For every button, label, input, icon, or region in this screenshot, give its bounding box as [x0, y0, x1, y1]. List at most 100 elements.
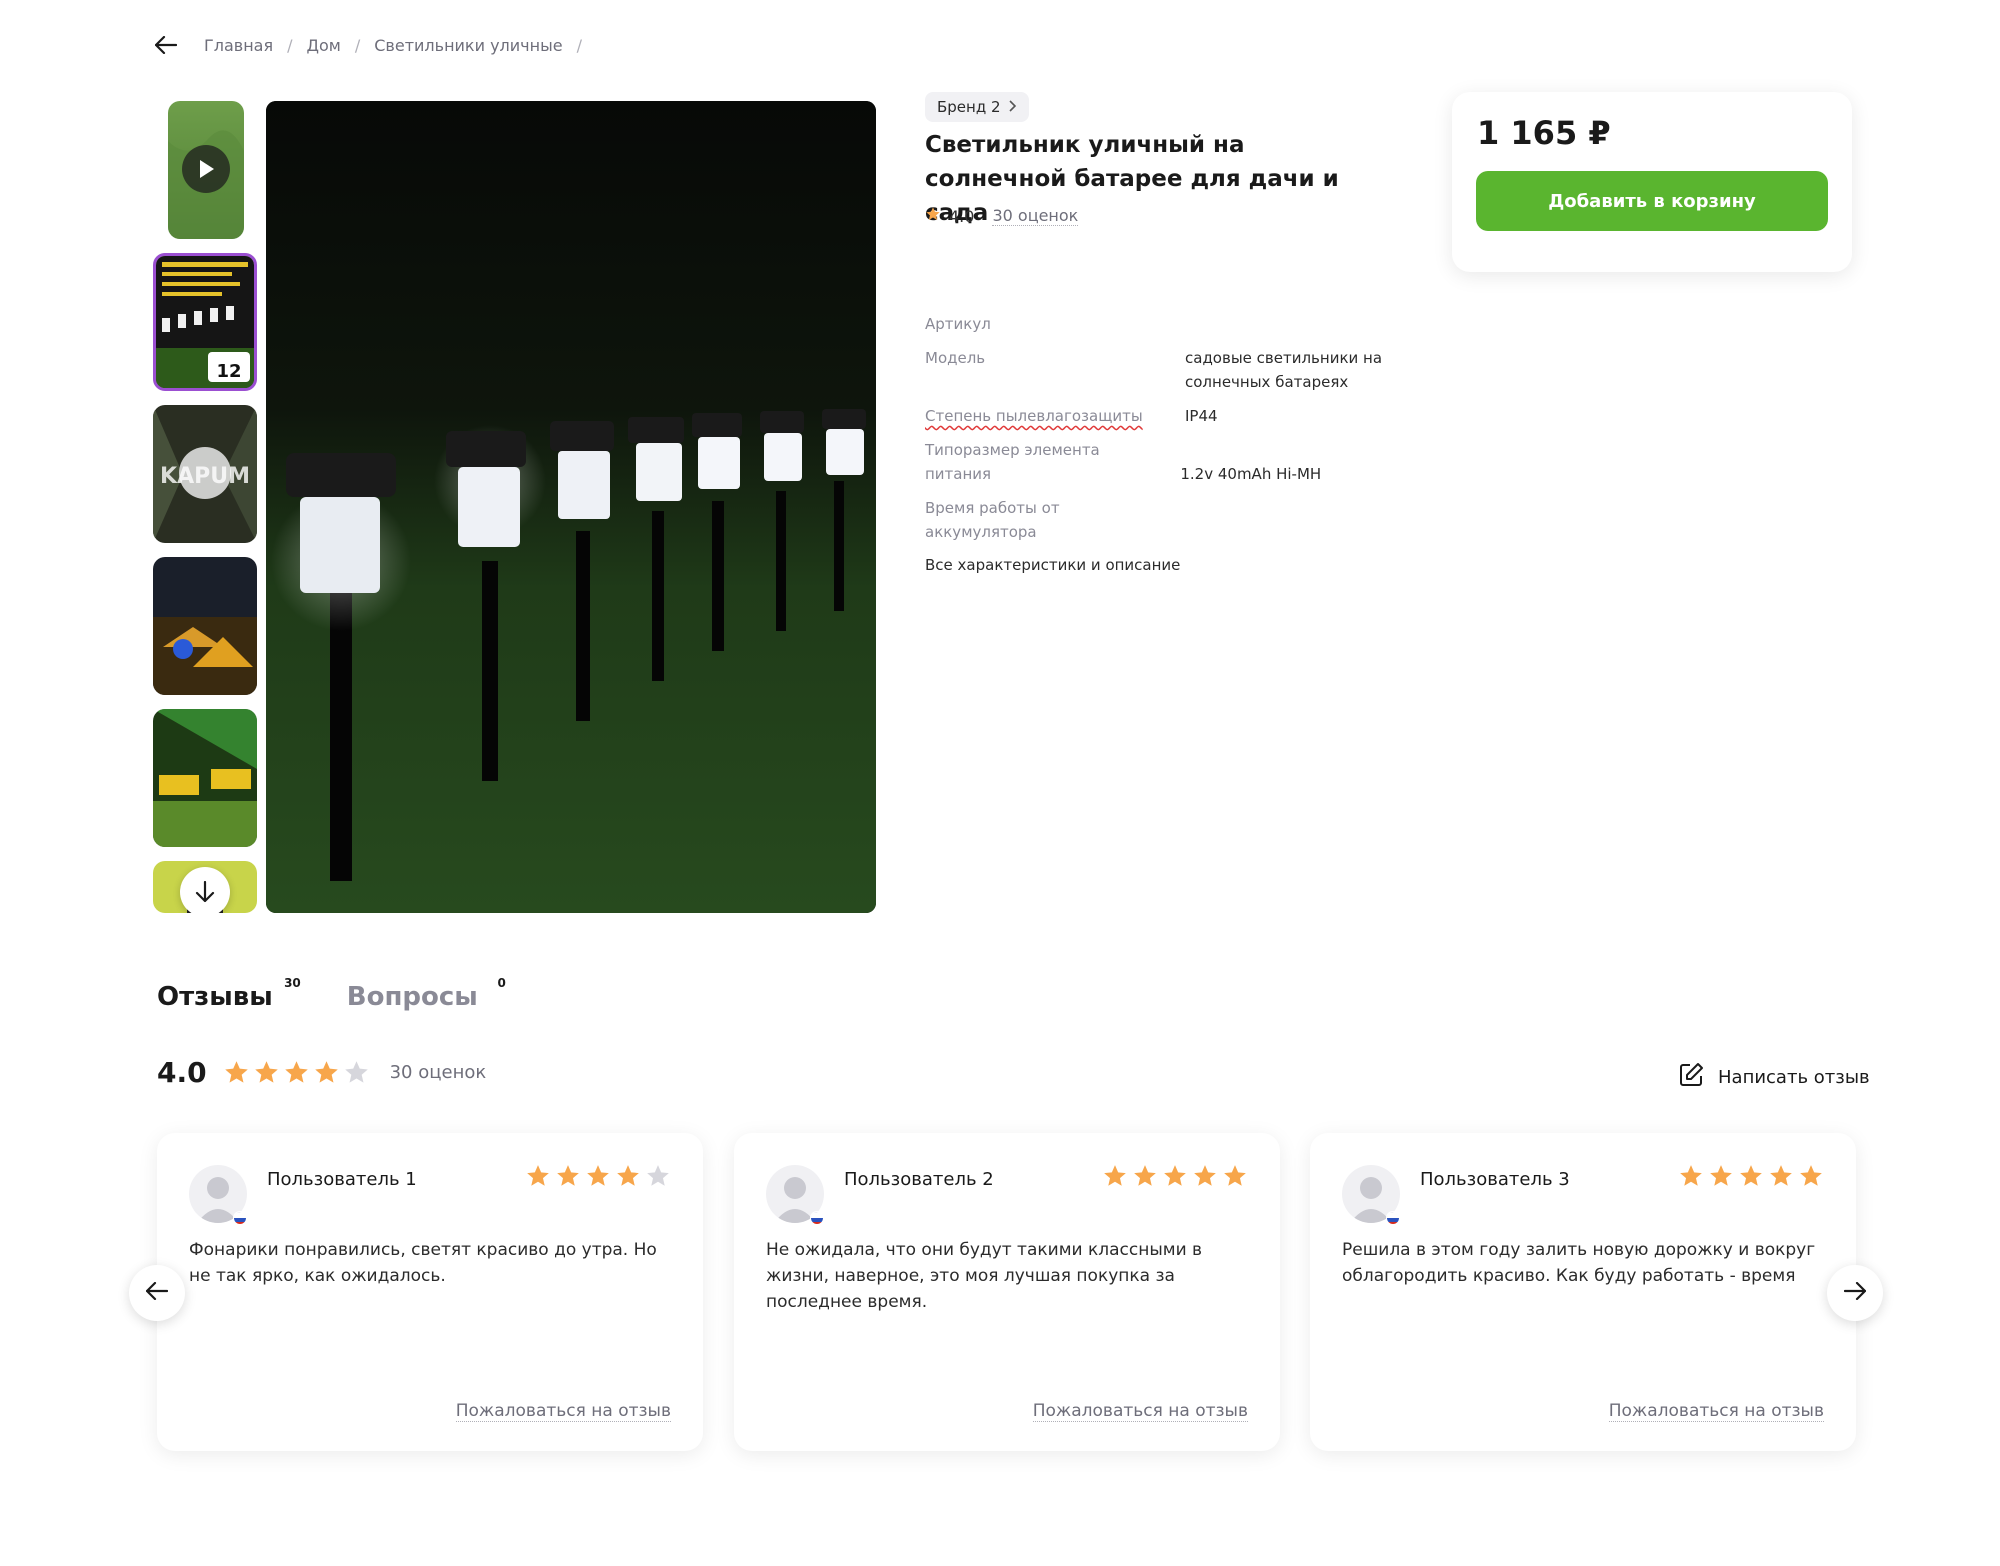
summary-count: 30 оценок — [389, 1062, 487, 1083]
spec-key: Типоразмер элемента питания — [925, 441, 1100, 483]
breadcrumb-item-street-lights[interactable]: Светильники уличные — [374, 36, 562, 55]
tab-questions[interactable]: Вопросы 0 — [346, 976, 506, 1012]
breadcrumb: Главная / Дом / Светильники уличные / — [152, 30, 582, 60]
star-icon — [647, 1165, 669, 1186]
country-flag-icon — [810, 1211, 824, 1225]
star-icon — [284, 1061, 308, 1083]
thumbnail-6[interactable] — [153, 861, 257, 913]
report-review-link[interactable]: Пожаловаться на отзыв — [1032, 1401, 1248, 1422]
main-product-photo[interactable] — [266, 101, 876, 913]
review-stars — [525, 1163, 671, 1189]
scroll-down-icon[interactable] — [180, 867, 230, 913]
star-icon — [1680, 1165, 1702, 1186]
review-card: Пользователь 1 Фонарики понравились, све… — [157, 1133, 703, 1451]
carousel-prev-button[interactable] — [129, 1265, 185, 1321]
star-icon — [1710, 1165, 1732, 1186]
thumbnail-2-selected[interactable]: 12 — [153, 253, 257, 391]
price-card: 1 165 ₽ Добавить в корзину — [1452, 92, 1852, 272]
spec-row: Артикул — [925, 312, 1395, 336]
star-icon — [925, 206, 941, 226]
brand-name: Бренд 2 — [937, 98, 1001, 116]
tab-reviews-count: 30 — [284, 976, 301, 990]
star-icon — [587, 1165, 609, 1186]
review-stars — [1678, 1163, 1824, 1189]
arrow-right-icon — [1843, 1281, 1867, 1304]
back-arrow-icon[interactable] — [152, 31, 180, 59]
star-icon — [617, 1165, 639, 1186]
chevron-right-icon — [1008, 98, 1017, 116]
product-rating: 4.0 30 оценок — [925, 206, 1079, 226]
review-text: Не ожидала, что они будут такими классны… — [766, 1240, 1203, 1312]
all-specs-link[interactable]: Все характеристики и описание — [925, 556, 1180, 574]
breadcrumb-separator: / — [354, 35, 361, 55]
thumbnail-watermark: KAPUM — [160, 464, 250, 489]
star-icon — [1740, 1165, 1762, 1186]
thumbnail-5[interactable] — [153, 709, 257, 847]
spec-value: IP44 — [1185, 407, 1218, 425]
review-stars — [1102, 1163, 1248, 1189]
review-text: Решила в этом году залить новую дорожку … — [1342, 1240, 1816, 1286]
summary-score: 4.0 — [157, 1056, 207, 1089]
thumbnail-4[interactable] — [153, 557, 257, 695]
thumbnail-list: 12 KAPUM — [153, 101, 259, 913]
breadcrumb-item-house[interactable]: Дом — [307, 36, 341, 55]
star-icon — [1194, 1165, 1216, 1186]
star-icon — [224, 1061, 248, 1083]
star-icon — [1770, 1165, 1792, 1186]
spec-key: Модель — [925, 349, 992, 367]
play-icon[interactable] — [182, 145, 230, 193]
star-icon — [527, 1165, 549, 1186]
spec-value: садовые светильники на солнечных батарея… — [1185, 349, 1383, 391]
thumbnail-badge-text: 12 — [216, 361, 241, 382]
brand-link[interactable]: Бренд 2 — [925, 92, 1029, 122]
reviews-tabs: Отзывы 30 Вопросы 0 — [157, 976, 506, 1012]
add-to-cart-button[interactable]: Добавить в корзину — [1476, 171, 1828, 231]
breadcrumb-item-home[interactable]: Главная — [204, 36, 273, 55]
rating-count-link[interactable]: 30 оценок — [992, 206, 1079, 226]
star-icon — [314, 1061, 338, 1083]
spec-key: Время работы от аккумулятора — [925, 499, 1060, 541]
breadcrumb-separator: / — [287, 35, 293, 55]
report-review-link[interactable]: Пожаловаться на отзыв — [455, 1401, 671, 1422]
breadcrumb-separator: / — [576, 35, 582, 55]
thumbnail-video[interactable] — [168, 101, 244, 239]
spec-key: Степень пылевлагозащиты — [925, 407, 1149, 425]
summary-stars — [223, 1059, 370, 1086]
star-icon — [557, 1165, 579, 1186]
star-icon — [1800, 1165, 1822, 1186]
spec-key: Артикул — [925, 315, 997, 333]
review-author: Пользователь 3 — [1420, 1169, 1570, 1190]
specs-table: Артикул Модель садовые светильники на со… — [925, 312, 1395, 574]
star-icon — [1104, 1165, 1126, 1186]
carousel-next-button[interactable] — [1827, 1265, 1883, 1321]
write-review-label: Написать отзыв — [1718, 1067, 1870, 1088]
spec-row: Время работы от аккумулятора — [925, 496, 1395, 544]
arrow-left-icon — [145, 1281, 169, 1304]
product-price: 1 165 ₽ — [1477, 114, 1611, 152]
star-icon — [1134, 1165, 1156, 1186]
thumbnail-3[interactable]: KAPUM — [153, 405, 257, 543]
tab-reviews-label: Отзывы — [157, 982, 273, 1012]
rating-value: 4.0 — [949, 206, 975, 226]
tab-questions-count: 0 — [497, 976, 506, 990]
spec-row: Модель садовые светильники на солнечных … — [925, 346, 1395, 394]
star-icon — [1164, 1165, 1186, 1186]
tab-questions-label: Вопросы — [346, 982, 478, 1012]
star-icon — [1224, 1165, 1246, 1186]
review-text: Фонарики понравились, светят красиво до … — [189, 1240, 657, 1286]
country-flag-icon — [233, 1211, 247, 1225]
tab-reviews[interactable]: Отзывы 30 — [157, 976, 301, 1012]
review-card: Пользователь 3 Решила в этом году залить… — [1310, 1133, 1856, 1451]
edit-icon — [1678, 1062, 1704, 1093]
star-icon — [344, 1061, 368, 1083]
spec-value: 1.2v 40mAh Hi-MH — [1180, 465, 1322, 483]
rating-summary: 4.0 30 оценок — [157, 1056, 486, 1089]
review-card: Пользователь 2 Не ожидала, что они будут… — [734, 1133, 1280, 1451]
report-review-link[interactable]: Пожаловаться на отзыв — [1608, 1401, 1824, 1422]
spec-row: Типоразмер элемента питания 1.2v 40mAh H… — [925, 438, 1395, 486]
country-flag-icon — [1386, 1211, 1400, 1225]
spec-row: Степень пылевлагозащиты IP44 — [925, 404, 1395, 428]
write-review-button[interactable]: Написать отзыв — [1678, 1062, 1870, 1093]
review-author: Пользователь 2 — [844, 1169, 994, 1190]
star-icon — [254, 1061, 278, 1083]
